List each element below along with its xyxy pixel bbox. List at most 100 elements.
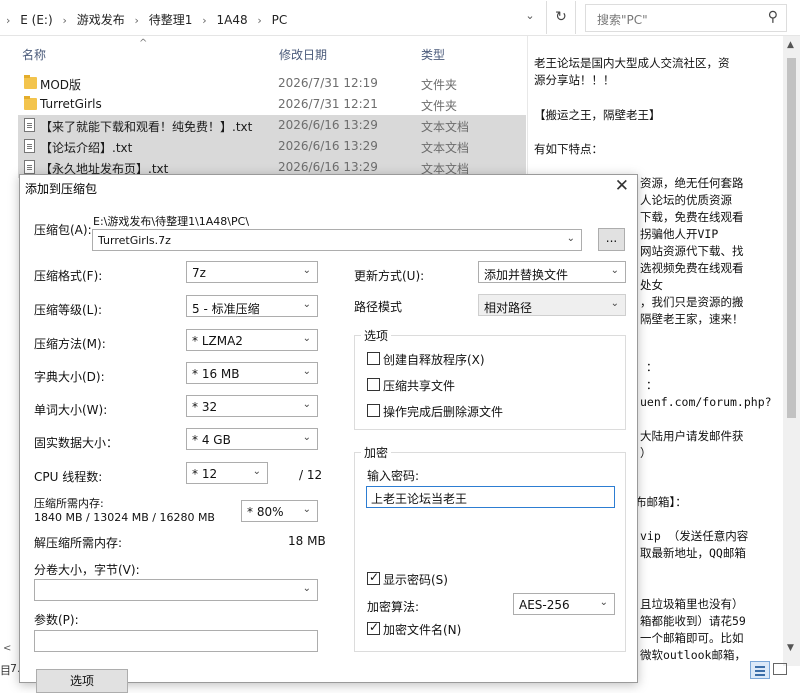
- file-name: 【来了就能下载和观看！纯免费！】.txt: [40, 120, 253, 134]
- method-label: 压缩方法(M):: [34, 337, 106, 351]
- archive-name-combobox[interactable]: TurretGirls.7z ⌄: [92, 229, 582, 251]
- breadcrumb-item[interactable]: 游戏发布: [77, 13, 125, 27]
- breadcrumb-item[interactable]: 1A48: [216, 13, 247, 27]
- sfx-label[interactable]: 创建自释放程序(X): [383, 351, 485, 368]
- address-history-dropdown-icon[interactable]: ⌄: [522, 9, 538, 25]
- refresh-icon[interactable]: ↻: [546, 1, 576, 34]
- text-file-icon: [24, 160, 35, 174]
- file-type: 文本文档: [421, 141, 470, 155]
- preview-line: 布邮箱】：: [635, 495, 687, 509]
- column-header-name[interactable]: 名称: [22, 46, 46, 63]
- method-combobox[interactable]: * LZMA2 ⌄: [186, 329, 318, 351]
- level-value: 5 - 标准压缩: [192, 302, 260, 316]
- delete-after-label[interactable]: 操作完成后删除源文件: [383, 403, 503, 420]
- file-row[interactable]: MOD版 2026/7/31 12:19 文件夹: [18, 73, 526, 94]
- chevron-down-icon: ⌄: [610, 298, 619, 309]
- breadcrumb[interactable]: › E (E:) › 游戏发布 › 待整理1 › 1A48 › PC: [6, 11, 287, 28]
- add-to-archive-dialog: 添加到压缩包 ✕ 压缩包(A): E:\游戏发布\待整理1\1A48\PC\ T…: [19, 174, 638, 693]
- word-size-combobox[interactable]: * 32 ⌄: [186, 395, 318, 417]
- close-icon[interactable]: ✕: [615, 176, 629, 196]
- encrypt-names-label[interactable]: 加密文件名(N): [383, 621, 461, 638]
- encryption-group: 加密 输入密码: 上老王论坛当老王 显示密码(S) 加密算法: AES-256 …: [354, 444, 626, 652]
- details-view-icon[interactable]: [750, 661, 770, 679]
- address-bar[interactable]: › E (E:) › 游戏发布 › 待整理1 › 1A48 › PC ⌄ ↻ 搜…: [0, 0, 800, 36]
- sfx-checkbox[interactable]: [367, 352, 380, 365]
- options-button[interactable]: 选项: [36, 669, 128, 693]
- show-password-checkbox[interactable]: [367, 570, 380, 585]
- shared-files-checkbox[interactable]: [367, 378, 380, 391]
- encryption-method-value: AES-256: [519, 598, 570, 612]
- file-row[interactable]: 【论坛介绍】.txt 2026/6/16 13:29 文本文档: [18, 136, 526, 157]
- scroll-left-icon[interactable]: <: [3, 643, 11, 654]
- preview-line: 人论坛的优质资源: [640, 193, 732, 207]
- format-combobox[interactable]: 7z ⌄: [186, 261, 318, 283]
- breadcrumb-item[interactable]: PC: [272, 13, 288, 27]
- preview-line: uenf.com/forum.php?: [640, 395, 772, 409]
- encryption-method-combobox[interactable]: AES-256 ⌄: [513, 593, 615, 615]
- decompression-memory-value: 18 MB: [288, 534, 326, 548]
- preview-line: 下载，免费在线观看: [640, 210, 744, 224]
- compression-memory-label: 压缩所需内存:: [34, 497, 104, 510]
- level-label: 压缩等级(L):: [34, 303, 103, 317]
- options-group: 选项 创建自释放程序(X) 压缩共享文件 操作完成后删除源文件: [354, 327, 626, 430]
- file-row[interactable]: 【来了就能下载和观看！纯免费！】.txt 2026/6/16 13:29 文本文…: [18, 115, 526, 136]
- update-mode-label: 更新方式(U):: [354, 269, 425, 283]
- archive-path: E:\游戏发布\待整理1\1A48\PC\: [93, 215, 250, 228]
- path-mode-combobox[interactable]: 相对路径 ⌄: [478, 294, 626, 316]
- archive-name-value: TurretGirls.7z: [98, 234, 171, 247]
- breadcrumb-item[interactable]: 待整理1: [149, 13, 193, 27]
- scroll-down-icon[interactable]: ▼: [787, 643, 794, 653]
- split-volume-combobox[interactable]: ⌄: [34, 579, 318, 601]
- update-mode-combobox[interactable]: 添加并替换文件 ⌄: [478, 261, 626, 283]
- file-name: TurretGirls: [40, 97, 102, 111]
- search-input[interactable]: 搜索"PC" ⚲: [585, 4, 787, 32]
- path-mode-value: 相对路径: [484, 301, 533, 315]
- preview-line: 取最新地址，QQ邮箱: [640, 546, 746, 560]
- compression-memory-detail: 1840 MB / 13024 MB / 16280 MB: [34, 511, 215, 524]
- chevron-down-icon: ⌄: [566, 233, 575, 244]
- chevron-down-icon: ⌄: [302, 399, 311, 410]
- scrollbar-thumb[interactable]: [787, 58, 796, 418]
- column-header-name-label: 名称: [22, 48, 47, 62]
- encrypt-names-checkbox[interactable]: [367, 620, 380, 635]
- chevron-down-icon: ⌄: [252, 466, 261, 477]
- preview-line: 处女: [640, 278, 663, 292]
- dictionary-value: * 16 MB: [192, 367, 240, 381]
- solid-block-combobox[interactable]: * 4 GB ⌄: [186, 428, 318, 450]
- breadcrumb-item[interactable]: E (E:): [20, 13, 52, 27]
- preview-line: ，我们只是资源的搬: [640, 295, 744, 309]
- format-label: 压缩格式(F):: [34, 269, 103, 283]
- chevron-down-icon: ⌄: [599, 597, 608, 608]
- search-icon: ⚲: [767, 9, 778, 25]
- chevron-down-icon: ⌄: [302, 504, 311, 515]
- cpu-threads-combobox[interactable]: * 12 ⌄: [186, 462, 268, 484]
- vertical-scrollbar[interactable]: ▲ ▼: [783, 36, 800, 666]
- shared-files-label[interactable]: 压缩共享文件: [383, 377, 455, 394]
- large-icons-view-icon[interactable]: [773, 663, 787, 675]
- preview-line: 老王论坛是国内大型成人交流社区，资: [534, 56, 730, 70]
- scroll-up-icon[interactable]: ▲: [787, 40, 794, 50]
- split-volume-label: 分卷大小，字节(V):: [34, 563, 140, 577]
- preview-line: ）: [640, 446, 652, 460]
- preview-line: 一个邮箱即可。比如: [640, 631, 744, 645]
- column-header-date[interactable]: 修改日期: [279, 46, 327, 63]
- parameters-input[interactable]: [34, 630, 318, 652]
- delete-after-checkbox[interactable]: [367, 404, 380, 417]
- view-toggle: [750, 661, 792, 679]
- solid-block-label: 固实数据大小：: [34, 436, 119, 450]
- options-group-title: 选项: [361, 327, 392, 344]
- level-combobox[interactable]: 5 - 标准压缩 ⌄: [186, 295, 318, 317]
- preview-line: ：: [646, 360, 658, 374]
- file-date: 2026/7/31 12:19: [278, 76, 378, 90]
- file-row[interactable]: TurretGirls 2026/7/31 12:21 文件夹: [18, 94, 526, 115]
- chevron-right-icon: ›: [134, 14, 139, 27]
- show-password-label[interactable]: 显示密码(S): [383, 571, 448, 588]
- password-input[interactable]: 上老王论坛当老王: [366, 486, 615, 508]
- search-placeholder: 搜索"PC": [597, 13, 648, 27]
- dictionary-combobox[interactable]: * 16 MB ⌄: [186, 362, 318, 384]
- column-header-type[interactable]: 类型: [421, 46, 445, 63]
- browse-button[interactable]: ...: [598, 228, 625, 251]
- preview-line: 有如下特点：: [534, 142, 603, 156]
- chevron-right-icon: ›: [202, 14, 207, 27]
- memory-percent-combobox[interactable]: * 80% ⌄: [241, 500, 318, 522]
